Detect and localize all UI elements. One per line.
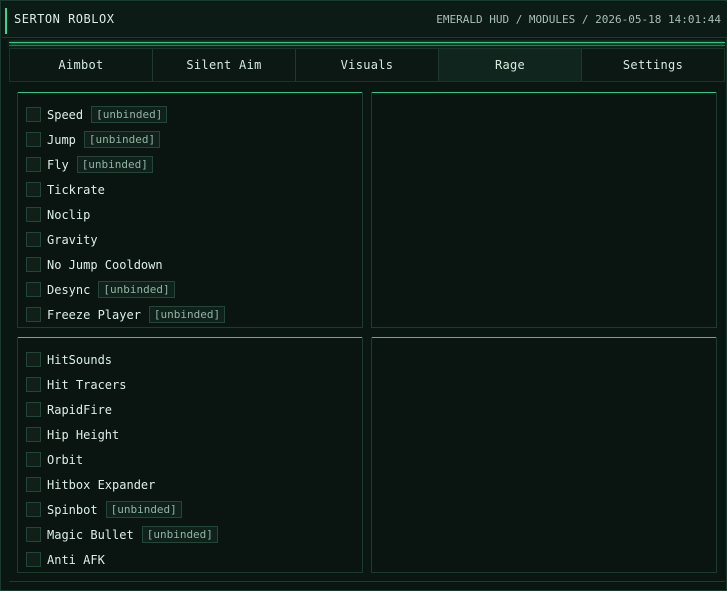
panel-accent-line [372,92,716,93]
no-jump-cooldown-checkbox[interactable] [26,257,41,272]
keybind-button[interactable]: [unbinded] [105,501,182,518]
keybind-button[interactable]: [unbinded] [76,156,153,173]
speed-checkbox[interactable] [26,107,41,122]
orbit-checkbox[interactable] [26,452,41,467]
header-divider-secondary [9,45,725,46]
module-label: Anti AFK [47,552,105,567]
keybind-button[interactable]: [unbinded] [141,526,218,543]
module-gravity[interactable]: Gravity [26,227,225,252]
keybind-button[interactable]: [unbinded] [98,281,175,298]
status-breadcrumb: EMERALD HUD / MODULES / 2026-05-18 14:01… [436,13,721,26]
module-rapidfire[interactable]: RapidFire [26,397,218,422]
rapidfire-checkbox[interactable] [26,402,41,417]
module-label: Gravity [47,232,98,247]
module-no-jump-cooldown[interactable]: No Jump Cooldown [26,252,225,277]
module-hip-height[interactable]: Hip Height [26,422,218,447]
noclip-checkbox[interactable] [26,207,41,222]
tab-settings[interactable]: Settings [582,49,724,81]
module-desync[interactable]: Desync [unbinded] [26,277,225,302]
module-hitbox-expander[interactable]: Hitbox Expander [26,472,218,497]
panel-accent-line [18,337,362,338]
module-fly[interactable]: Fly [unbinded] [26,152,225,177]
freeze-player-checkbox[interactable] [26,307,41,322]
spinbot-checkbox[interactable] [26,502,41,517]
hip-height-checkbox[interactable] [26,427,41,442]
panel-accent-line [372,337,716,338]
module-label: Fly [47,157,69,172]
module-freeze-player[interactable]: Freeze Player [unbinded] [26,302,226,327]
module-label: Speed [47,107,84,122]
module-label: Orbit [47,452,84,467]
module-label: HitSounds [47,352,113,367]
module-hit-tracers[interactable]: Hit Tracers [26,372,218,397]
hit-tracers-checkbox[interactable] [26,377,41,392]
module-label: RapidFire [47,402,113,417]
module-label: Magic Bullet [47,527,134,542]
tickrate-checkbox[interactable] [26,182,41,197]
module-jump[interactable]: Jump [unbinded] [26,127,225,152]
module-label: Spinbot [47,502,98,517]
module-noclip[interactable]: Noclip [26,202,225,227]
tab-aimbot[interactable]: Aimbot [10,49,153,81]
keybind-button[interactable]: [unbinded] [91,106,168,123]
module-label: No Jump Cooldown [47,257,163,272]
tab-bar: Aimbot Silent Aim Visuals Rage Settings [9,48,725,82]
module-label: Freeze Player [47,307,141,322]
anti-afk-checkbox[interactable] [26,552,41,567]
keybind-button[interactable]: [unbinded] [83,131,161,148]
title-accent-bar [5,8,7,34]
tab-visuals[interactable]: Visuals [296,49,439,81]
footer-divider [9,581,725,582]
fly-checkbox[interactable] [26,157,41,172]
hitbox-expander-checkbox[interactable] [26,477,41,492]
module-label: Desync [47,282,91,297]
module-anti-afk[interactable]: Anti AFK [26,547,218,572]
hitsounds-checkbox[interactable] [26,352,41,367]
panel-accent-line [18,92,362,93]
module-label: Hip Height [47,427,120,442]
module-speed[interactable]: Speed [unbinded] [26,102,225,127]
module-magic-bullet[interactable]: Magic Bullet [unbinded] [26,522,218,547]
header-divider [9,42,725,43]
jump-checkbox[interactable] [26,132,41,147]
module-label: Hit Tracers [47,377,127,392]
module-label: Jump [47,132,76,147]
movement-list: Speed [unbinded] Jump [unbinded] Fly [un… [26,102,226,327]
hud-window: SERTON ROBLOX EMERALD HUD / MODULES / 20… [0,0,727,591]
empty-panel-bottom-right [371,337,717,573]
title-bar[interactable]: SERTON ROBLOX EMERALD HUD / MODULES / 20… [2,2,727,38]
module-hitsounds[interactable]: HitSounds [26,347,218,372]
desync-checkbox[interactable] [26,282,41,297]
module-label: Hitbox Expander [47,477,156,492]
tab-silent-aim[interactable]: Silent Aim [153,49,296,81]
magic-bullet-checkbox[interactable] [26,527,41,542]
keybind-button[interactable]: [unbinded] [148,306,226,323]
combat-list: HitSounds Hit Tracers RapidFire Hip Heig… [26,347,218,572]
module-spinbot[interactable]: Spinbot [unbinded] [26,497,218,522]
combat-panel: HitSounds Hit Tracers RapidFire Hip Heig… [17,337,363,573]
tab-rage[interactable]: Rage [439,49,582,81]
gravity-checkbox[interactable] [26,232,41,247]
module-label: Noclip [47,207,91,222]
module-tickrate[interactable]: Tickrate [26,177,225,202]
movement-panel: Speed [unbinded] Jump [unbinded] Fly [un… [17,92,363,328]
module-orbit[interactable]: Orbit [26,447,218,472]
empty-panel-top-right [371,92,717,328]
window-title: SERTON ROBLOX [14,12,115,26]
module-label: Tickrate [47,182,105,197]
